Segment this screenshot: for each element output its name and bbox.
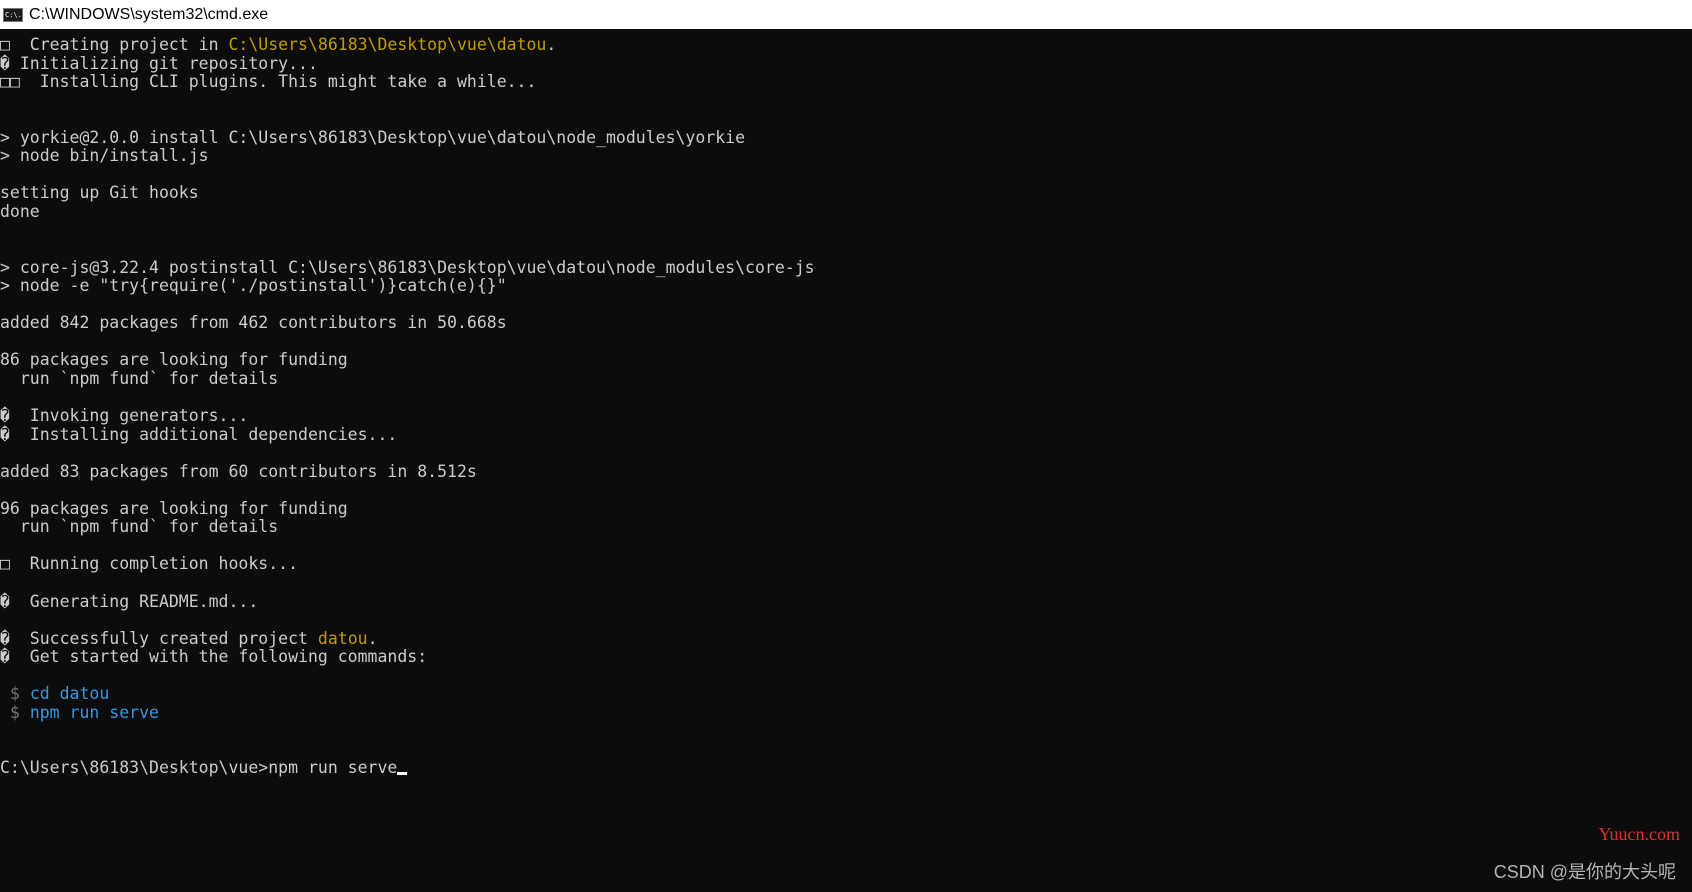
terminal-line: done (0, 202, 40, 222)
terminal-text: C:\Users\86183\Desktop\vue>npm run serve (0, 758, 398, 778)
terminal-line: run `npm fund` for details (0, 369, 278, 389)
terminal-line: □□ Installing CLI plugins. This might ta… (0, 72, 536, 92)
terminal-line: 86 packages are looking for funding (0, 350, 348, 370)
terminal-text: 86 packages are looking for funding (0, 350, 348, 370)
terminal-line: $ npm run serve (0, 703, 159, 723)
terminal-line: setting up Git hooks (0, 183, 199, 203)
terminal-text: 96 packages are looking for funding (0, 498, 348, 518)
terminal-text: � Installing additional dependencies... (0, 424, 398, 444)
site-watermark: Yuucn.com (1598, 824, 1680, 844)
terminal-text: C:\Users\86183\Desktop\vue\datou (228, 35, 547, 54)
terminal-text: done (0, 201, 40, 221)
terminal-line: � Initializing git repository... (0, 54, 318, 74)
terminal-text: added 842 packages from 462 contributors… (0, 313, 507, 333)
terminal-text: � Invoking generators... (0, 406, 249, 425)
terminal-text: . (367, 628, 378, 648)
terminal-line: > core-js@3.22.4 postinstall C:\Users\86… (0, 258, 815, 278)
terminal-text: □□ Installing CLI plugins. This might ta… (0, 72, 537, 92)
author-watermark: CSDN @是你的大头呢 (1493, 862, 1676, 882)
terminal-text: □ Running completion hooks... (0, 554, 299, 574)
terminal-line: $ cd datou (0, 684, 109, 704)
terminal-line: 96 packages are looking for funding (0, 499, 348, 519)
terminal-output[interactable]: □ Creating project in C:\Users\86183\Des… (0, 30, 1692, 892)
title-bar[interactable]: C:\. C:\WINDOWS\system32\cmd.exe (0, 0, 1692, 29)
cmd-window: C:\. C:\WINDOWS\system32\cmd.exe □ Creat… (0, 0, 1692, 892)
terminal-text: > yorkie@2.0.0 install C:\Users\86183\De… (0, 127, 746, 147)
terminal-line: added 842 packages from 462 contributors… (0, 313, 507, 333)
terminal-text: $ (0, 684, 30, 704)
terminal-line: > yorkie@2.0.0 install C:\Users\86183\De… (0, 128, 745, 148)
terminal-line: � Get started with the following command… (0, 647, 427, 667)
terminal-line: run `npm fund` for details (0, 517, 278, 537)
terminal-line: □ Creating project in C:\Users\86183\Des… (0, 35, 556, 55)
terminal-text: � Generating README.md... (0, 591, 259, 611)
terminal-line: � Successfully created project datou. (0, 629, 378, 649)
terminal-line: > node -e "try{require('./postinstall')}… (0, 276, 507, 296)
terminal-text: � Initializing git repository... (0, 53, 318, 73)
terminal-text: run `npm fund` for details (0, 368, 279, 388)
terminal-line: C:\Users\86183\Desktop\vue>npm run serve (0, 758, 408, 778)
terminal-line: � Generating README.md... (0, 592, 258, 612)
terminal-text: . (546, 35, 557, 54)
terminal-line: added 83 packages from 60 contributors i… (0, 462, 477, 482)
terminal-text: npm run serve (29, 702, 159, 722)
terminal-text: datou (317, 628, 368, 648)
terminal-line: > node bin/install.js (0, 146, 209, 166)
terminal-text: � Successfully created project (0, 628, 318, 648)
cmd-icon: C:\. (3, 7, 23, 22)
terminal-line: � Installing additional dependencies... (0, 425, 397, 445)
terminal-text: □ Creating project in (0, 35, 229, 54)
terminal-text: $ (0, 702, 30, 722)
terminal-text: setting up Git hooks (0, 183, 199, 203)
terminal-text: > core-js@3.22.4 postinstall C:\Users\86… (0, 257, 815, 277)
terminal-text: � Get started with the following command… (0, 647, 428, 667)
terminal-text: cd datou (29, 684, 110, 704)
window-title: C:\WINDOWS\system32\cmd.exe (29, 5, 269, 23)
terminal-text: run `npm fund` for details (0, 517, 279, 537)
terminal-line: □ Running completion hooks... (0, 554, 298, 574)
terminal-line: � Invoking generators... (0, 406, 248, 426)
terminal-text: > node -e "try{require('./postinstall')}… (0, 276, 507, 296)
terminal-text: added 83 packages from 60 contributors i… (0, 461, 477, 481)
text-cursor (397, 772, 408, 776)
terminal-text: > node bin/install.js (0, 146, 209, 166)
